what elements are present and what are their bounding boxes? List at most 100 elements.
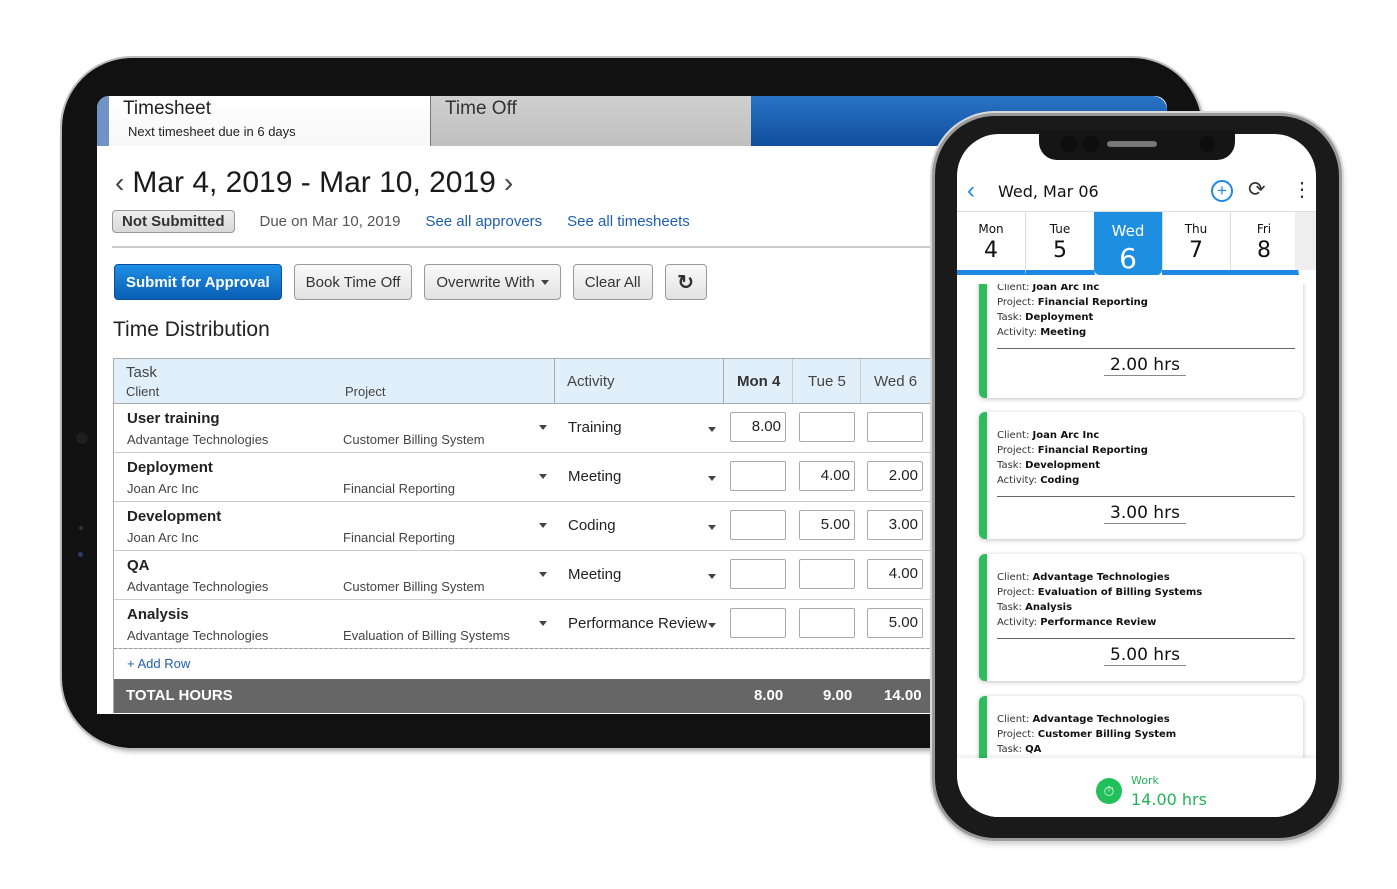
day-tab-mon[interactable]: Mon 4 bbox=[957, 212, 1026, 275]
project-value: Financial Reporting bbox=[1037, 445, 1148, 456]
hours-input[interactable] bbox=[867, 510, 923, 540]
project-value: Customer Billing System bbox=[1037, 729, 1177, 740]
hours-input[interactable] bbox=[867, 412, 923, 442]
sync-icon[interactable]: ⟳ bbox=[1248, 177, 1266, 202]
task-value: Analysis bbox=[1025, 602, 1073, 613]
hours-input[interactable] bbox=[799, 608, 855, 638]
see-all-approvers-link[interactable]: See all approvers bbox=[425, 213, 542, 230]
row-task: Development bbox=[127, 508, 222, 525]
time-entry-card[interactable]: Client: Joan Arc Inc Project: Financial … bbox=[979, 284, 1303, 398]
project-dropdown-caret-icon[interactable] bbox=[539, 572, 547, 577]
header-day-mon: Mon 4 bbox=[737, 373, 781, 390]
activity-value: Coding bbox=[1040, 475, 1080, 486]
book-time-off-button[interactable]: Book Time Off bbox=[293, 264, 413, 300]
activity-label: Activity: bbox=[997, 327, 1041, 338]
activity-dropdown-caret-icon[interactable] bbox=[708, 525, 716, 530]
row-activity[interactable]: Training bbox=[568, 419, 622, 436]
activity-value: Performance Review bbox=[1040, 617, 1157, 628]
project-dropdown-caret-icon[interactable] bbox=[539, 474, 547, 479]
period-nav: ‹ Mar 4, 2019 - Mar 10, 2019 › bbox=[115, 166, 513, 200]
hours-value[interactable]: 3.00 hrs bbox=[1104, 503, 1186, 524]
time-entry-card[interactable]: Client: Advantage Technologies Project: … bbox=[979, 696, 1303, 764]
project-dropdown-caret-icon[interactable] bbox=[539, 425, 547, 430]
day-name: Wed bbox=[1111, 222, 1145, 240]
activity-label: Activity: bbox=[997, 475, 1041, 486]
day-tab-tue[interactable]: Tue 5 bbox=[1026, 212, 1095, 275]
project-dropdown-caret-icon[interactable] bbox=[539, 523, 547, 528]
hours-input[interactable] bbox=[730, 412, 786, 442]
hours-input[interactable] bbox=[867, 461, 923, 491]
entry-client: Client: Joan Arc Inc bbox=[997, 428, 1303, 443]
row-task: QA bbox=[127, 557, 150, 574]
row-activity[interactable]: Meeting bbox=[568, 468, 621, 485]
entry-client: Client: Advantage Technologies bbox=[997, 712, 1303, 727]
task-label: Task: bbox=[997, 312, 1026, 323]
activity-dropdown-caret-icon[interactable] bbox=[708, 427, 716, 432]
hours-input[interactable] bbox=[730, 559, 786, 589]
activity-dropdown-caret-icon[interactable] bbox=[708, 476, 716, 481]
entry-hours: 3.00 hrs bbox=[987, 503, 1303, 524]
task-label: Task: bbox=[997, 460, 1026, 471]
tab-time-off[interactable]: Time Off bbox=[430, 96, 751, 146]
add-entry-icon[interactable]: + bbox=[1211, 180, 1233, 202]
hours-input[interactable] bbox=[730, 510, 786, 540]
day-tab-fri[interactable]: Fri 8 bbox=[1230, 212, 1299, 275]
tab-time-off-label: Time Off bbox=[445, 98, 517, 119]
project-label: Project: bbox=[997, 445, 1038, 456]
row-activity[interactable]: Meeting bbox=[568, 566, 621, 583]
see-all-timesheets-link[interactable]: See all timesheets bbox=[567, 213, 690, 230]
activity-dropdown-caret-icon[interactable] bbox=[708, 574, 716, 579]
client-value: Advantage Technologies bbox=[1032, 714, 1170, 725]
hours-input[interactable] bbox=[867, 559, 923, 589]
tab-timesheet-sublabel: Next timesheet due in 6 days bbox=[128, 124, 296, 139]
row-project: Evaluation of Billing Systems bbox=[343, 628, 510, 643]
row-activity[interactable]: Performance Review bbox=[568, 615, 707, 632]
table-row: User training Advantage Technologies Cus… bbox=[114, 404, 944, 453]
day-selector-filler bbox=[1295, 212, 1316, 270]
total-mon: 8.00 bbox=[754, 687, 784, 704]
hours-value[interactable]: 2.00 hrs bbox=[1104, 355, 1186, 376]
tab-timesheet[interactable]: Timesheet Next timesheet due in 6 days bbox=[97, 96, 442, 146]
entry-project: Project: Financial Reporting bbox=[997, 295, 1303, 310]
day-tab-wed[interactable]: Wed 6 bbox=[1094, 212, 1163, 275]
hours-input[interactable] bbox=[799, 461, 855, 491]
project-dropdown-caret-icon[interactable] bbox=[539, 621, 547, 626]
chevron-right-icon[interactable]: › bbox=[504, 167, 513, 199]
chevron-left-icon[interactable]: ‹ bbox=[115, 167, 124, 199]
time-entry-card[interactable]: Client: Advantage Technologies Project: … bbox=[979, 554, 1303, 681]
phone-footer: ⏱ Work 14.00 hrs bbox=[957, 758, 1316, 817]
back-chevron-icon[interactable]: ‹ bbox=[967, 177, 975, 205]
hours-value[interactable]: 5.00 hrs bbox=[1104, 645, 1186, 666]
phone-header: ‹ Wed, Mar 06 + ⟳ ⋮ bbox=[957, 174, 1316, 210]
hours-input[interactable] bbox=[799, 510, 855, 540]
task-value: QA bbox=[1025, 744, 1042, 755]
clear-all-button[interactable]: Clear All bbox=[572, 264, 653, 300]
hours-input[interactable] bbox=[867, 608, 923, 638]
period-title: Mar 4, 2019 - Mar 10, 2019 bbox=[132, 166, 496, 199]
day-name: Thu bbox=[1184, 222, 1208, 236]
hours-input[interactable] bbox=[799, 412, 855, 442]
entry-hours: 2.00 hrs bbox=[987, 355, 1303, 376]
table-row: Development Joan Arc Inc Financial Repor… bbox=[114, 502, 944, 551]
refresh-button[interactable]: ↻ bbox=[664, 264, 707, 300]
row-task: Analysis bbox=[127, 606, 189, 623]
day-tab-thu[interactable]: Thu 7 bbox=[1162, 212, 1231, 275]
header-task: Task bbox=[126, 364, 157, 381]
activity-dropdown-caret-icon[interactable] bbox=[708, 623, 716, 628]
hours-input[interactable] bbox=[730, 608, 786, 638]
time-entry-card[interactable]: Client: Joan Arc Inc Project: Financial … bbox=[979, 412, 1303, 539]
add-row-link[interactable]: + Add Row bbox=[127, 656, 190, 671]
entry-activity: Activity: Coding bbox=[997, 473, 1303, 488]
more-vertical-icon[interactable]: ⋮ bbox=[1292, 177, 1312, 202]
client-value: Joan Arc Inc bbox=[1032, 430, 1100, 441]
submit-for-approval-button[interactable]: Submit for Approval bbox=[114, 264, 282, 300]
row-project: Financial Reporting bbox=[343, 530, 456, 545]
overwrite-with-button[interactable]: Overwrite With bbox=[424, 264, 561, 300]
project-label: Project: bbox=[997, 297, 1038, 308]
footer-total: 14.00 hrs bbox=[1131, 790, 1207, 809]
header-activity: Activity bbox=[567, 373, 615, 390]
status-row: Not Submitted Due on Mar 10, 2019 See al… bbox=[112, 210, 690, 233]
hours-input[interactable] bbox=[799, 559, 855, 589]
row-activity[interactable]: Coding bbox=[568, 517, 616, 534]
hours-input[interactable] bbox=[730, 461, 786, 491]
